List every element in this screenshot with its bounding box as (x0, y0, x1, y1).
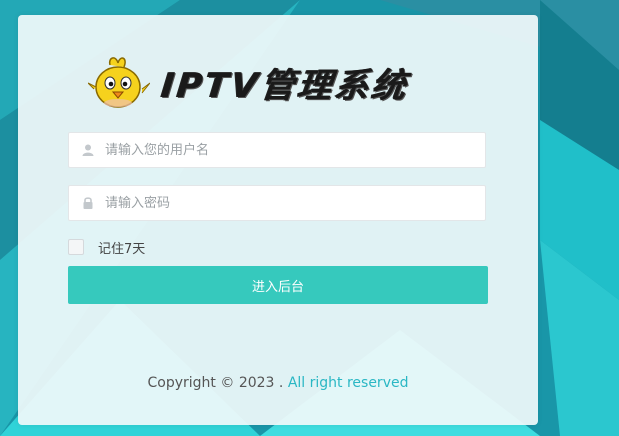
remember-label[interactable]: 记住7天 (98, 238, 145, 257)
login-card: IPTV管理系统 记住7天 进入后台 Copyright © 2023 . Al… (18, 15, 538, 425)
footer: Copyright © 2023 . All right reserved (18, 375, 538, 391)
copyright-text: Copyright © 2023 . (147, 375, 284, 391)
chick-mascot-icon (88, 57, 150, 108)
password-input[interactable] (105, 186, 475, 220)
username-input[interactable] (105, 133, 475, 167)
rights-text: All right reserved (287, 375, 409, 391)
password-field[interactable] (68, 185, 486, 221)
brand-title: IPTV管理系统 (159, 65, 411, 106)
user-icon (82, 144, 94, 156)
remember-row: 记住7天 (68, 237, 145, 257)
lock-icon (83, 197, 93, 209)
username-field[interactable] (68, 132, 486, 168)
login-button[interactable]: 进入后台 (68, 266, 488, 304)
logo-row: IPTV管理系统 (88, 51, 488, 113)
remember-checkbox[interactable] (68, 239, 84, 255)
